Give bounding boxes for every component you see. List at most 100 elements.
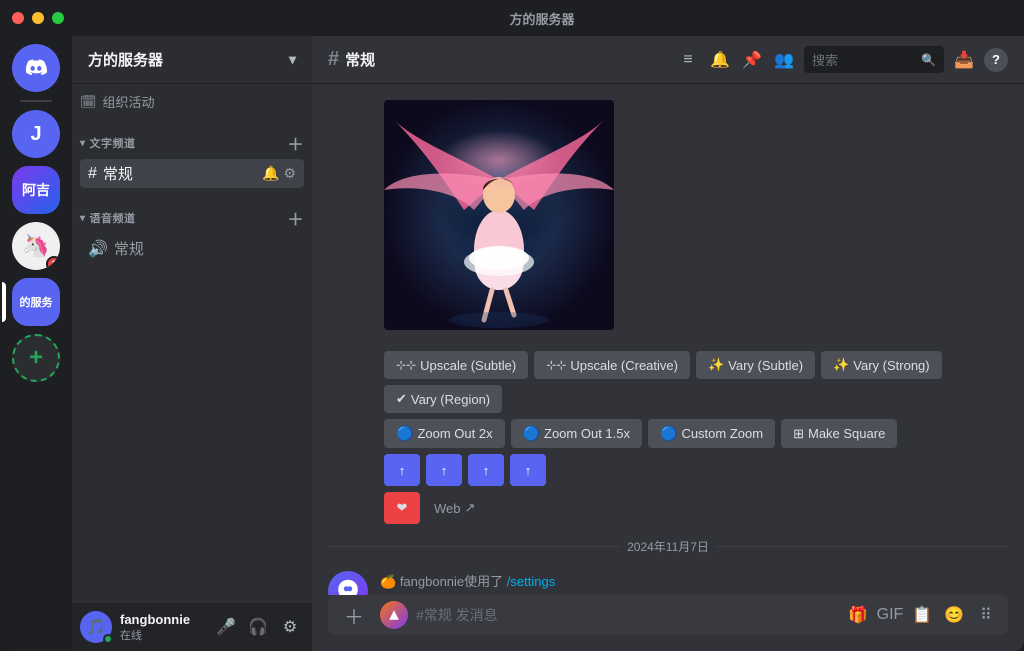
bot-message-content: 🍊 fangbonnie使用了 /settings Midjourney Bot… [380,571,1008,595]
add-server-button[interactable]: + [12,334,60,382]
gift-button[interactable]: 🎁 [844,601,872,629]
vary-subtle-button[interactable]: ✨ Vary (Subtle) [696,351,815,379]
bot-avatar [328,571,368,595]
notifications-icon[interactable]: 🔔 [708,48,732,72]
sticker-button[interactable]: 📋 [908,601,936,629]
gif-button[interactable]: GIF [876,601,904,629]
upscale-subtle-button[interactable]: ⊹⊹ Upscale (Subtle) [384,351,528,379]
server-j-button[interactable]: J [12,110,60,158]
aji-label: 阿吉 [22,180,50,200]
active-indicator [2,282,6,322]
help-button[interactable]: ? [984,48,1008,72]
channel-name-display: # 常规 [328,48,375,71]
zoom-row: 🔵 Zoom Out 2x 🔵 Zoom Out 1.5x 🔵 Custom Z… [384,419,1008,448]
messages-area: ⊹⊹ Upscale (Subtle) ⊹⊹ Upscale (Creative… [312,84,1024,595]
trigger-user-icon: 🍊 [380,574,396,589]
vary-strong-icon: ✨ [833,357,849,373]
heart-button[interactable]: ❤ [384,492,420,524]
username-display: fangbonnie [120,612,204,627]
channel-item-changgui-text[interactable]: # 常规 🔔 ⚙ [80,159,304,188]
voice-category-chevron: ▾ [80,213,86,224]
arrow-btn-2[interactable]: ↑ [426,454,462,486]
upscale-creative-button[interactable]: ⊹⊹ Upscale (Creative) [534,351,690,379]
midjourney-logo-circle [380,601,408,629]
server-name-header[interactable]: 方的服务器 ▾ [72,36,312,84]
window-close[interactable] [12,12,24,24]
server-divider [20,100,52,102]
category-chevron: ▾ [80,138,86,149]
zoom-out-2x-button[interactable]: 🔵 Zoom Out 2x [384,419,505,448]
midjourney-logo [380,601,408,629]
external-link-icon: ↗ [465,500,476,516]
channel-actions: 🔔 ⚙ [262,165,296,182]
vary-strong-button[interactable]: ✨ Vary (Strong) [821,351,942,379]
vary-region-button[interactable]: ✔ Vary (Region) [384,385,502,413]
image-section [312,100,1024,351]
text-channels-category: ▾ 文字频道 ＋ [72,115,312,159]
input-right-actions: 🎁 GIF 📋 😊 ⠿ [844,601,1000,629]
channel-item-changgui-voice[interactable]: 🔊 常规 [80,234,304,263]
emoji-button[interactable]: 😊 [940,601,968,629]
my-server-button[interactable]: 的服务 [12,278,60,326]
make-square-button[interactable]: ⊞ Make Square [781,419,897,448]
add-text-channel-button[interactable]: ＋ [287,131,304,155]
generated-image-container [384,100,614,330]
user-avatar-text: 🎵 [86,617,106,637]
window-minimize[interactable] [32,12,44,24]
channel-settings-icon[interactable]: ⚙ [283,165,296,182]
search-icon: 🔍 [921,53,936,67]
arrow-btn-1[interactable]: ↑ [384,454,420,486]
add-voice-channel-button[interactable]: ＋ [287,206,304,230]
web-label: Web [434,501,461,516]
pin-icon[interactable]: 📌 [740,48,764,72]
zoom-out-1-5x-button[interactable]: 🔵 Zoom Out 1.5x [511,419,642,448]
custom-zoom-button[interactable]: 🔵 Custom Zoom [648,419,775,448]
apps-button[interactable]: ⠿ [972,601,1000,629]
window-title: 方的服务器 [72,9,1012,28]
notification-badge: 1 [46,256,60,270]
hash-icon: # [328,48,339,71]
user-avatar: 🎵 [80,611,112,643]
bot-avatar-icon [334,577,362,595]
trigger-notice: 🍊 fangbonnie使用了 /settings [380,571,555,590]
user-panel: 🎵 fangbonnie 在线 🎤 🎧 ⚙ [72,603,312,651]
search-bar[interactable]: 搜索 🔍 [804,46,944,73]
arrow-btn-4[interactable]: ↑ [510,454,546,486]
mic-button[interactable]: 🎤 [212,613,240,641]
add-content-button[interactable]: ＋ [336,597,372,633]
web-button[interactable]: Web ↗ [426,492,483,524]
user-status-display: 在线 [120,627,204,643]
server-unicorn-button[interactable]: 🦄 1 [12,222,60,270]
custom-zoom-icon: 🔵 [660,425,677,442]
zoom-1-5x-icon: 🔵 [523,425,540,442]
threads-icon[interactable]: ≡ [676,48,700,72]
date-divider: 2024年11月7日 [312,530,1024,563]
footer-action-buttons: 🎤 🎧 ⚙ [212,613,304,641]
main-content: # 常规 ≡ 🔔 📌 👥 搜索 🔍 📥 ? [312,36,1024,651]
channel-notify-icon[interactable]: 🔔 [262,165,279,182]
text-channels-label[interactable]: ▾ 文字频道 [80,135,136,151]
upscale-vary-row: ⊹⊹ Upscale (Subtle) ⊹⊹ Upscale (Creative… [384,351,1008,413]
bot-message-header: 🍊 fangbonnie使用了 /settings [380,571,1008,594]
server-aji-button[interactable]: 阿吉 [12,166,60,214]
voice-channel-icon: 🔊 [88,239,108,259]
window-maximize[interactable] [52,12,64,24]
generated-image [384,100,614,330]
user-settings-button[interactable]: ⚙ [276,613,304,641]
settings-trigger-link[interactable]: /settings [507,574,555,589]
server-dropdown-icon: ▾ [289,51,296,68]
arrow-btn-3[interactable]: ↑ [468,454,504,486]
arrow-buttons-row: ↑ ↑ ↑ ↑ [384,454,1008,486]
my-server-label: 的服务 [20,294,53,310]
members-icon[interactable]: 👥 [772,48,796,72]
zoom-2x-icon: 🔵 [396,425,413,442]
vary-region-icon: ✔ [396,391,407,407]
message-input-container: ＋ 🎁 GIF 📋 😊 ⠿ [328,595,1008,635]
voice-channels-label[interactable]: ▾ 语音频道 [80,210,136,226]
message-text-input[interactable] [416,595,836,635]
headphones-button[interactable]: 🎧 [244,613,272,641]
org-activity-item[interactable]: 🗓 组织活动 [72,84,312,115]
topbar-actions: ≡ 🔔 📌 👥 搜索 🔍 📥 ? [676,46,1008,73]
inbox-icon[interactable]: 📥 [952,48,976,72]
discord-home-button[interactable] [12,44,60,92]
